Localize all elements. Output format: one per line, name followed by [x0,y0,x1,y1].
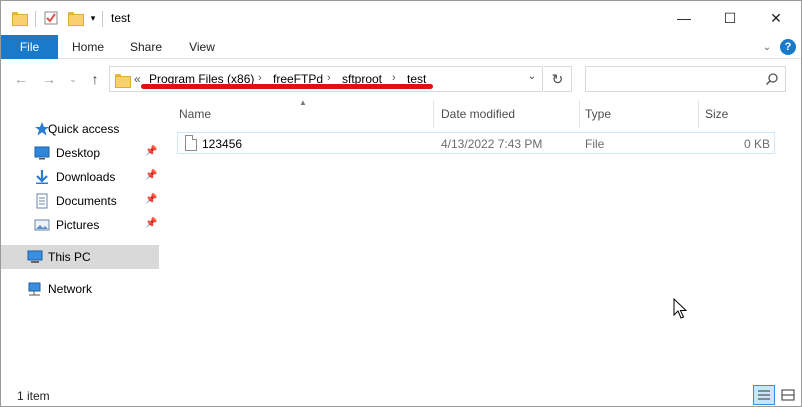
chevron-right-icon[interactable]: › [327,72,331,84]
sidebar-item-documents[interactable]: Documents 📌 [1,189,159,213]
column-header-type[interactable]: Type [585,107,611,121]
back-button[interactable]: ← [11,69,31,89]
pin-icon[interactable]: 📌 [145,194,157,205]
forward-button[interactable]: → [39,69,59,89]
sort-ascending-icon: ▲ [299,98,307,107]
file-name: 123456 [202,137,243,151]
search-icon [765,73,778,86]
divider [35,11,36,27]
sidebar-item-downloads[interactable]: Downloads 📌 [1,165,159,189]
navigation-bar: ← → ⌄ ↑ « Program Files (x86) › freeFTPd… [1,59,801,99]
expand-ribbon-icon[interactable]: ⌄ [759,39,775,55]
column-header-size[interactable]: Size [705,107,728,121]
pin-icon[interactable]: 📌 [145,218,157,229]
status-item-count: 1 item [17,389,50,403]
address-dropdown-icon[interactable]: ⌄ [528,71,536,82]
breadcrumb-overflow[interactable]: « [134,72,141,86]
file-date: 4/13/2022 7:43 PM [441,137,543,151]
tab-share[interactable]: Share [121,35,171,59]
navigation-pane: Quick access Desktop 📌 Downloads 📌 Docum… [1,99,161,379]
ribbon-tabs: File Home Share View ⌄ ? [1,35,801,59]
column-header-date[interactable]: Date modified [441,107,515,121]
sidebar-item-this-pc[interactable]: This PC [1,245,159,269]
download-icon [36,170,48,184]
tab-home[interactable]: Home [63,35,113,59]
folder-icon [9,1,29,35]
desktop-icon [34,146,50,160]
sidebar-item-pictures[interactable]: Pictures 📌 [1,213,159,237]
properties-icon[interactable] [41,1,61,35]
divider [102,11,103,27]
computer-icon [27,250,43,263]
large-icons-view-icon [781,389,795,401]
tab-file[interactable]: File [1,35,58,59]
search-input[interactable] [585,66,786,92]
sidebar-item-label: Downloads [56,170,116,184]
chevron-right-icon[interactable]: › [258,72,262,84]
tab-view[interactable]: View [177,35,227,59]
folder-icon [115,74,131,88]
explorer-window: ▾ test — ☐ ✕ File Home Share View ⌄ ? ← … [0,0,802,407]
sidebar-item-label: Documents [56,194,117,208]
pin-icon[interactable]: 📌 [145,146,157,157]
column-divider[interactable] [579,100,580,128]
sidebar-item-label: Network [48,282,93,296]
large-icons-view-button[interactable] [777,385,799,405]
refresh-button[interactable]: ↻ [544,66,572,92]
details-view-icon [758,390,770,400]
mouse-cursor-icon [673,298,687,319]
title-bar: ▾ test — ☐ ✕ [1,1,801,35]
pictures-icon [34,219,50,231]
details-view-button[interactable] [753,385,775,405]
sidebar-item-network[interactable]: Network [1,277,159,301]
close-button[interactable]: ✕ [753,1,799,35]
maximize-button[interactable]: ☐ [707,1,753,35]
pin-icon[interactable]: 📌 [145,170,157,181]
sidebar-item-desktop[interactable]: Desktop 📌 [1,141,159,165]
recent-locations-button[interactable]: ⌄ [63,69,83,89]
sidebar-item-quick-access[interactable]: Quick access [1,117,159,141]
sidebar-item-label: Pictures [56,218,100,232]
column-header-name[interactable]: Name [179,107,211,121]
sidebar-item-label: This PC [48,250,91,264]
minimize-button[interactable]: — [661,1,707,35]
red-underline-annotation [141,84,433,89]
chevron-right-icon[interactable]: › [392,72,396,84]
documents-icon [36,193,48,209]
up-button[interactable]: ↑ [85,69,105,89]
column-divider[interactable] [433,100,434,128]
network-icon [28,282,41,296]
sidebar-item-label: Quick access [48,122,120,136]
sidebar-item-label: Desktop [56,146,101,160]
table-row[interactable]: 123456 4/13/2022 7:43 PM File 0 KB [177,132,775,154]
column-divider[interactable] [698,100,699,128]
file-icon [185,135,197,151]
file-type: File [585,137,605,151]
file-size: 0 KB [743,137,770,151]
window-title: test [111,11,131,25]
help-icon[interactable]: ? [780,39,796,55]
customize-toolbar-icon[interactable]: ▾ [87,1,99,35]
new-folder-icon[interactable] [65,1,85,35]
